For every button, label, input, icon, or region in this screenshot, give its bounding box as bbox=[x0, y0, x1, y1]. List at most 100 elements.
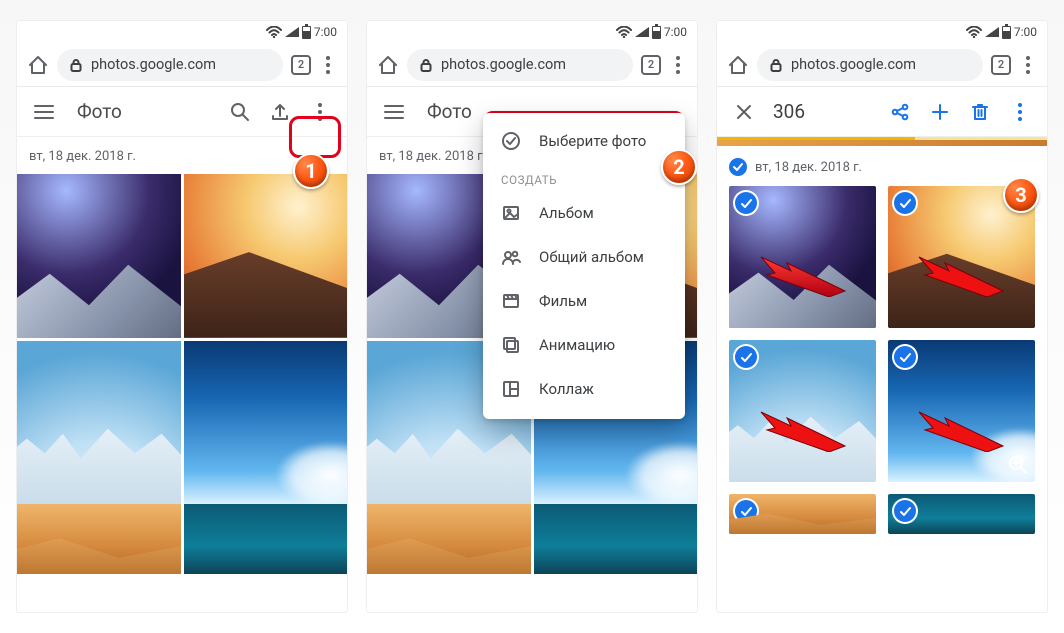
browser-menu-icon[interactable] bbox=[1019, 53, 1037, 77]
step-badge-1: 1 bbox=[293, 153, 329, 189]
photo-grid-selected-partial bbox=[717, 494, 1047, 534]
date-text: вт, 18 дек. 2018 г. bbox=[755, 160, 862, 175]
url-bar[interactable]: photos.google.com bbox=[757, 49, 983, 81]
clock: 7:00 bbox=[664, 25, 687, 39]
people-icon bbox=[501, 247, 521, 267]
menu-label: Выберите фото bbox=[539, 132, 646, 150]
check-icon bbox=[735, 192, 757, 214]
check-icon bbox=[894, 192, 916, 214]
battery-icon bbox=[652, 26, 661, 39]
search-icon[interactable] bbox=[223, 95, 257, 129]
check-icon bbox=[894, 346, 916, 368]
url-bar[interactable]: photos.google.com bbox=[57, 49, 283, 81]
wifi-icon bbox=[266, 26, 282, 38]
menu-label: Альбом bbox=[539, 204, 594, 222]
checkmark-circle-icon bbox=[501, 131, 521, 151]
date-text: вт, 18 дек. 2018 г. bbox=[379, 149, 486, 164]
home-icon[interactable] bbox=[377, 54, 399, 76]
add-icon[interactable] bbox=[923, 95, 957, 129]
browser-menu-icon[interactable] bbox=[319, 53, 337, 77]
photo-thumbnail[interactable] bbox=[184, 504, 348, 574]
step-badge-3: 3 bbox=[1003, 177, 1039, 213]
menu-label: Фильм bbox=[539, 292, 587, 310]
photo-thumbnail[interactable] bbox=[184, 174, 348, 338]
date-checkbox-icon bbox=[729, 158, 747, 176]
app-title: Фото bbox=[77, 100, 122, 123]
menu-item-shared-album[interactable]: Общий альбом bbox=[483, 235, 685, 279]
menu-item-collage[interactable]: Коллаж bbox=[483, 367, 685, 411]
check-icon bbox=[735, 346, 757, 368]
photo-thumbnail-selected[interactable] bbox=[729, 494, 876, 534]
signal-icon bbox=[985, 27, 999, 37]
browser-chrome: photos.google.com 2 bbox=[17, 43, 347, 87]
status-bar: 7:00 bbox=[367, 21, 697, 43]
check-icon bbox=[735, 500, 757, 522]
clock: 7:00 bbox=[1014, 25, 1037, 39]
photos-toolbar: Фото bbox=[17, 87, 347, 137]
selection-count: 306 bbox=[773, 100, 805, 123]
menu-label: Коллаж bbox=[539, 380, 594, 398]
photo-thumbnail-selected[interactable] bbox=[729, 186, 876, 328]
partial-photo-strip bbox=[717, 140, 1047, 146]
date-header-selected[interactable]: вт, 18 дек. 2018 г. bbox=[717, 152, 1047, 186]
clock: 7:00 bbox=[314, 25, 337, 39]
photo-grid-partial bbox=[367, 504, 697, 574]
menu-item-select-photos[interactable]: Выберите фото bbox=[483, 119, 685, 163]
signal-icon bbox=[635, 27, 649, 37]
home-icon[interactable] bbox=[727, 54, 749, 76]
more-icon[interactable] bbox=[1003, 95, 1037, 129]
phone-screen-2: 7:00 photos.google.com 2 Фото вт, 18 дек… bbox=[366, 20, 698, 613]
trash-icon[interactable] bbox=[963, 95, 997, 129]
photo-thumbnail-selected[interactable] bbox=[888, 340, 1035, 482]
photo-thumbnail[interactable] bbox=[184, 341, 348, 505]
lock-icon bbox=[769, 58, 783, 72]
browser-menu-icon[interactable] bbox=[669, 53, 687, 77]
menu-icon[interactable] bbox=[27, 95, 61, 129]
browser-chrome: photos.google.com 2 bbox=[367, 43, 697, 87]
photo-thumbnail[interactable] bbox=[17, 341, 181, 505]
url-text: photos.google.com bbox=[441, 56, 566, 73]
status-bar: 7:00 bbox=[717, 21, 1047, 43]
menu-item-animation[interactable]: Анимацию bbox=[483, 323, 685, 367]
zoom-icon[interactable] bbox=[1007, 454, 1029, 476]
url-bar[interactable]: photos.google.com bbox=[407, 49, 633, 81]
upload-icon[interactable] bbox=[263, 95, 297, 129]
menu-item-movie[interactable]: Фильм bbox=[483, 279, 685, 323]
zoom-icon[interactable] bbox=[848, 454, 870, 476]
photo-grid-partial bbox=[17, 504, 347, 574]
tab-count[interactable]: 2 bbox=[641, 55, 661, 75]
battery-icon bbox=[302, 26, 311, 39]
menu-item-album[interactable]: Альбом bbox=[483, 191, 685, 235]
battery-icon bbox=[1002, 26, 1011, 39]
close-icon[interactable] bbox=[727, 95, 761, 129]
share-icon[interactable] bbox=[883, 95, 917, 129]
overflow-menu: Выберите фото СОЗДАТЬ Альбом Общий альбо… bbox=[483, 113, 685, 419]
photo-thumbnail-selected[interactable] bbox=[888, 494, 1035, 534]
selection-toolbar: 306 bbox=[717, 87, 1047, 137]
date-text: вт, 18 дек. 2018 г. bbox=[29, 149, 136, 164]
menu-label: Общий альбом bbox=[539, 248, 644, 266]
stack-icon bbox=[501, 335, 521, 355]
photo-thumbnail[interactable] bbox=[17, 504, 181, 574]
zoom-icon[interactable] bbox=[1007, 300, 1029, 322]
tab-count[interactable]: 2 bbox=[991, 55, 1011, 75]
wifi-icon bbox=[616, 26, 632, 38]
photo-grid bbox=[17, 174, 347, 504]
photo-thumbnail-selected[interactable] bbox=[729, 340, 876, 482]
photo-thumbnail[interactable] bbox=[367, 504, 531, 574]
menu-icon[interactable] bbox=[377, 95, 411, 129]
image-icon bbox=[501, 203, 521, 223]
home-icon[interactable] bbox=[27, 54, 49, 76]
tab-count[interactable]: 2 bbox=[291, 55, 311, 75]
film-icon bbox=[501, 291, 521, 311]
phone-screen-1: 7:00 photos.google.com 2 Фото bbox=[16, 20, 348, 613]
collage-icon bbox=[501, 379, 521, 399]
photo-thumbnail[interactable] bbox=[17, 174, 181, 338]
signal-icon bbox=[285, 27, 299, 37]
status-bar: 7:00 bbox=[17, 21, 347, 43]
step-badge-2: 2 bbox=[661, 149, 697, 185]
photo-grid-selected bbox=[717, 186, 1047, 482]
more-icon[interactable] bbox=[303, 95, 337, 129]
photo-thumbnail[interactable] bbox=[534, 504, 698, 574]
zoom-icon[interactable] bbox=[848, 300, 870, 322]
